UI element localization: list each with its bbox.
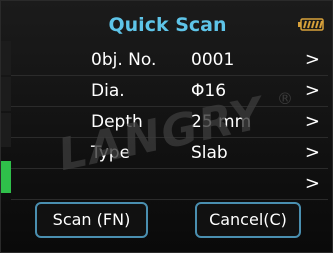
row-value: 0001 [191, 50, 235, 70]
chevron-right-icon: > [304, 142, 320, 163]
side-indicator-segment [1, 41, 11, 75]
chevron-right-icon: > [304, 173, 320, 194]
row-label: Dia. [91, 81, 125, 101]
device-screen: Quick Scan 0bj. No. 0001 > Dia. Φ16 > De [0, 0, 333, 253]
row-label: 0bj. No. [91, 50, 157, 70]
chevron-right-icon: > [304, 80, 320, 101]
registered-mark: ® [277, 89, 293, 108]
row-object-number[interactable]: 0bj. No. 0001 > [11, 45, 328, 76]
cancel-button[interactable]: Cancel(C) [195, 202, 301, 238]
page-title: Quick Scan [108, 14, 227, 36]
title-bar: Quick Scan [7, 7, 328, 41]
chevron-right-icon: > [304, 111, 320, 132]
battery-icon [298, 18, 324, 31]
side-indicator-active [1, 161, 11, 193]
side-indicator-segment [1, 77, 11, 111]
row-empty[interactable]: > [11, 169, 328, 200]
side-indicator [1, 41, 11, 221]
chevron-right-icon: > [304, 49, 320, 70]
scan-button[interactable]: Scan (FN) [35, 202, 148, 238]
side-indicator-segment [1, 113, 11, 147]
